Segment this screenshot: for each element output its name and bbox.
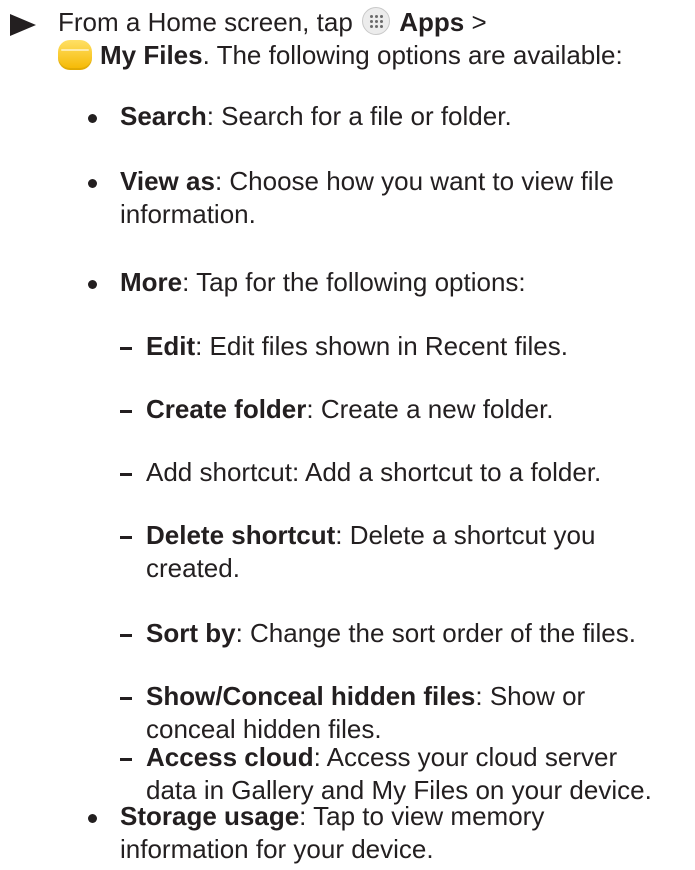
bullet-dot-icon xyxy=(88,814,97,823)
bullet-view-as: View as: Choose how you want to view fil… xyxy=(88,165,688,231)
bullet-text: Search: Search for a file or folder. xyxy=(120,100,688,133)
sub-item-desc: : Delete a shortcut you xyxy=(335,520,596,550)
bullet-dot-icon xyxy=(88,114,97,123)
apps-grid-icon xyxy=(362,7,391,35)
sub-item-edit: Edit: Edit files shown in Recent files. xyxy=(114,330,694,363)
bullet-search: Search: Search for a file or folder. xyxy=(88,100,688,133)
sub-item-add-shortcut: Add shortcut: Add a shortcut to a folder… xyxy=(114,456,694,489)
sub-item-line-2: created. xyxy=(146,553,240,583)
bullet-desc: : Choose how you want to view file xyxy=(214,166,614,196)
apps-label: Apps xyxy=(399,7,465,37)
step-prefix-text: From a Home screen, tap xyxy=(58,7,353,37)
sub-item-access-cloud: Access cloud: Access your cloud server d… xyxy=(114,741,694,807)
my-files-label: My Files xyxy=(100,40,203,70)
sub-item-text: Show/Conceal hidden files: Show or conce… xyxy=(146,680,694,746)
sub-item-text: Edit: Edit files shown in Recent files. xyxy=(146,330,694,363)
bullet-line-1: View as: Choose how you want to view fil… xyxy=(120,165,688,198)
bullet-storage-usage: Storage usage: Tap to view memory inform… xyxy=(88,800,688,866)
bullet-term: Search xyxy=(120,101,207,131)
sub-item-desc: : Edit files shown in Recent files. xyxy=(195,331,568,361)
bullet-text: Storage usage: Tap to view memory inform… xyxy=(120,800,688,866)
sub-item-term: Edit xyxy=(146,331,196,361)
sub-item-term: Create folder xyxy=(146,394,307,424)
bullet-line-2: information. xyxy=(120,199,256,229)
step-line-2: My Files. The following options are avai… xyxy=(58,39,690,72)
sub-item-term: Sort by xyxy=(146,618,236,648)
document-page: From a Home screen, tap Apps > My Files.… xyxy=(0,0,695,870)
sub-item-text: Access cloud: Access your cloud server d… xyxy=(146,741,694,807)
sub-item-term: Access cloud xyxy=(146,742,314,772)
sub-item-desc: : Change the sort order of the files. xyxy=(235,618,636,648)
sub-item-term: Show/Conceal hidden files xyxy=(146,681,476,711)
bullet-line-1: Storage usage: Tap to view memory xyxy=(120,800,688,833)
bullet-desc: : Tap to view memory xyxy=(299,801,545,831)
step-separator: > xyxy=(471,7,487,37)
bullet-more: More: Tap for the following options: xyxy=(88,266,688,299)
sub-item-desc: : Access your cloud server xyxy=(313,742,618,772)
bullet-term: More xyxy=(120,267,183,297)
sub-item-text: Create folder: Create a new folder. xyxy=(146,393,694,426)
sub-item-line-1: Show/Conceal hidden files: Show or xyxy=(146,680,694,713)
sub-item-term: Delete shortcut xyxy=(146,520,336,550)
step-instruction: From a Home screen, tap Apps > My Files.… xyxy=(10,6,690,72)
bullet-text: More: Tap for the following options: xyxy=(120,266,688,299)
bullet-term: View as xyxy=(120,166,215,196)
bullet-dot-icon xyxy=(88,280,97,289)
dash-marker-icon xyxy=(120,410,132,413)
step-text: From a Home screen, tap Apps > My Files.… xyxy=(58,6,690,72)
sub-item-text: Delete shortcut: Delete a shortcut you c… xyxy=(146,519,694,585)
sub-item-line-1: Delete shortcut: Delete a shortcut you xyxy=(146,519,694,552)
step-suffix-text: . The following options are available: xyxy=(202,40,623,70)
sub-item-delete-shortcut: Delete shortcut: Delete a shortcut you c… xyxy=(114,519,694,585)
bullet-dot-icon xyxy=(88,179,97,188)
dash-marker-icon xyxy=(120,347,132,350)
dash-marker-icon xyxy=(120,634,132,637)
bullet-text: View as: Choose how you want to view fil… xyxy=(120,165,688,231)
bullet-line-2: information for your device. xyxy=(120,834,434,864)
dash-marker-icon xyxy=(120,758,132,761)
bullet-desc: : Search for a file or folder. xyxy=(206,101,512,131)
sub-item-create-folder: Create folder: Create a new folder. xyxy=(114,393,694,426)
sub-item-line-1: Access cloud: Access your cloud server xyxy=(146,741,694,774)
sub-item-text: Add shortcut: Add a shortcut to a folder… xyxy=(146,457,602,487)
bullet-desc: : Tap for the following options: xyxy=(182,267,526,297)
step-arrow-icon xyxy=(10,14,36,36)
sub-item-text: Sort by: Change the sort order of the fi… xyxy=(146,617,694,650)
dash-marker-icon xyxy=(120,473,132,476)
sub-item-sort-by: Sort by: Change the sort order of the fi… xyxy=(114,617,694,650)
dash-marker-icon xyxy=(120,536,132,539)
sub-item-desc: : Create a new folder. xyxy=(306,394,554,424)
bullet-term: Storage usage xyxy=(120,801,300,831)
sub-item-hidden-files: Show/Conceal hidden files: Show or conce… xyxy=(114,680,694,746)
dash-marker-icon xyxy=(120,697,132,700)
sub-item-desc: : Show or xyxy=(475,681,586,711)
folder-icon xyxy=(58,40,92,70)
step-line-1: From a Home screen, tap Apps > xyxy=(58,6,690,39)
